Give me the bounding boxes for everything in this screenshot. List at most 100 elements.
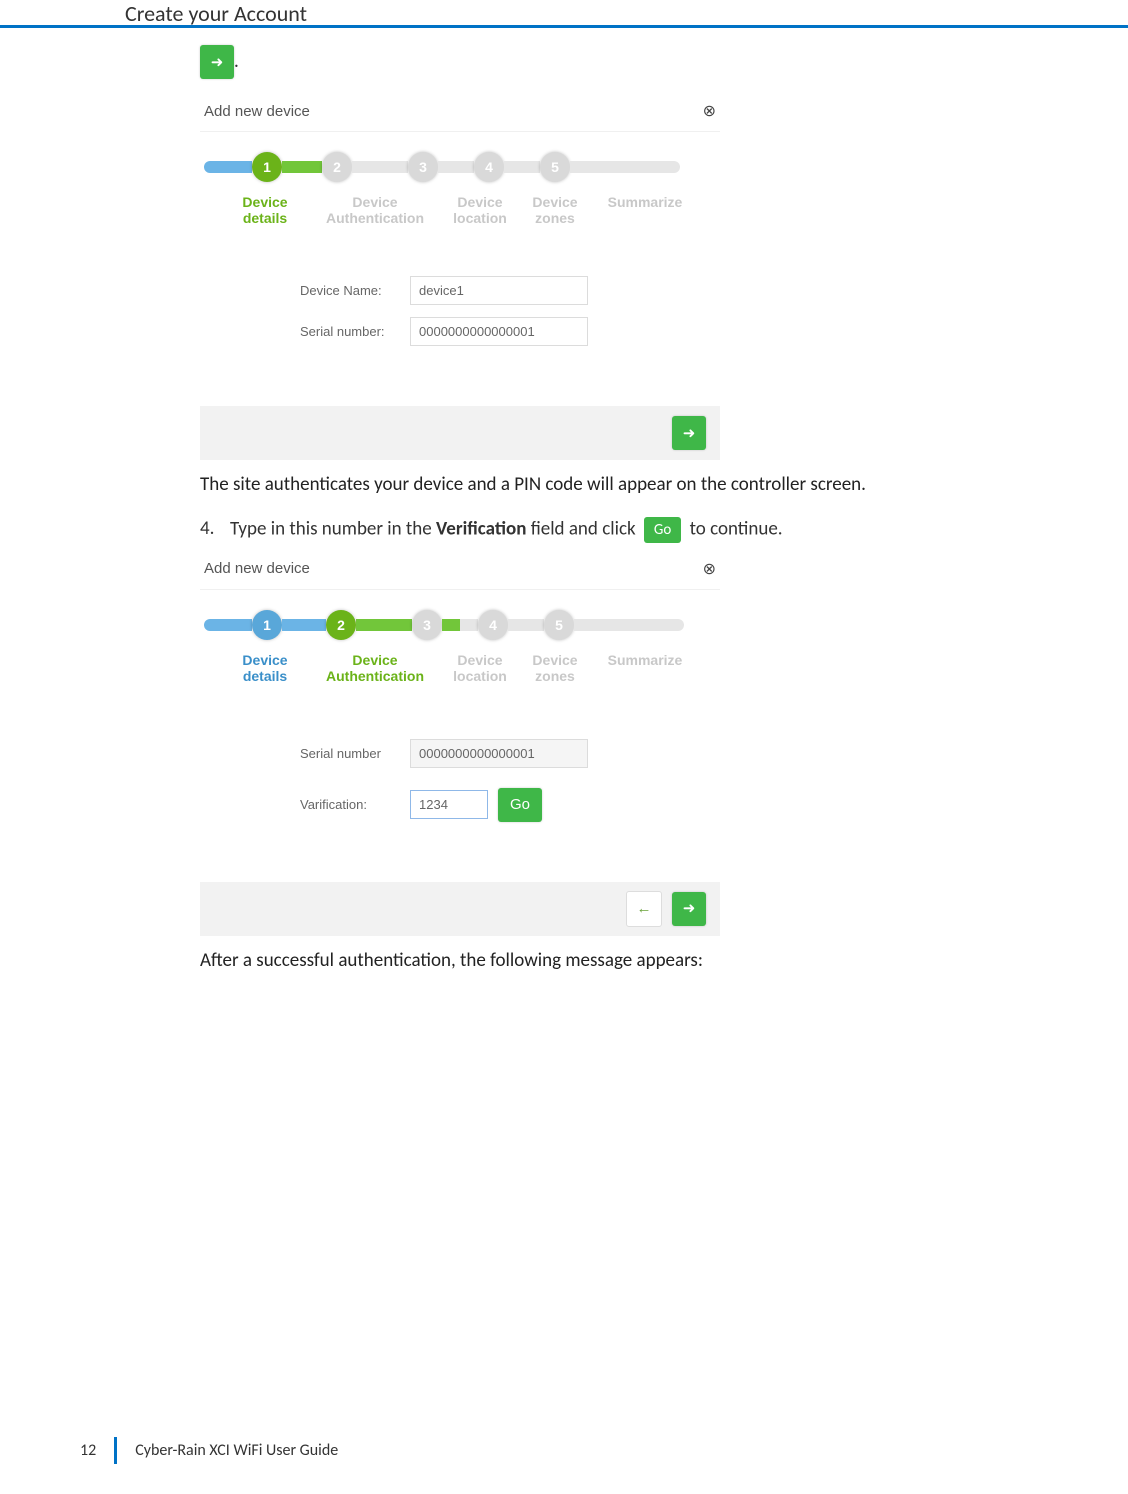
paragraph-success-note: After a successful authentication, the f… bbox=[200, 948, 1030, 975]
step-label-3: Device location bbox=[440, 194, 520, 226]
bar bbox=[204, 619, 222, 631]
page-footer: 12 Cyber-Rain XCI WiFi User Guide bbox=[80, 1437, 338, 1464]
bar bbox=[574, 619, 644, 631]
step-circle-1: 1 bbox=[252, 152, 282, 182]
step-label-line: Authentication bbox=[326, 210, 424, 226]
step-label-line: Device bbox=[352, 194, 397, 210]
header-rule bbox=[0, 25, 1128, 28]
serial-number-label: Serial number bbox=[300, 746, 410, 761]
step-label-line: location bbox=[453, 210, 507, 226]
close-icon[interactable]: ⊗ bbox=[703, 559, 716, 579]
bar bbox=[442, 619, 460, 631]
bar bbox=[508, 619, 544, 631]
document-page: Create your Account . Add new device ⊗ 1… bbox=[0, 0, 1128, 1494]
wizard-progress: 1 2 3 4 5 bbox=[204, 610, 716, 640]
step-label-line: Authentication bbox=[326, 668, 424, 684]
step-circle-2: 2 bbox=[322, 152, 352, 182]
step-label-5: Summarize bbox=[590, 194, 700, 226]
step-label-line: Device bbox=[532, 194, 577, 210]
page-number: 12 bbox=[80, 1437, 117, 1464]
step-label-5: Summarize bbox=[590, 652, 700, 684]
step-label-line: Summarize bbox=[608, 194, 683, 210]
device-name-label: Device Name: bbox=[300, 283, 410, 298]
arrow-right-icon bbox=[683, 424, 696, 443]
bar bbox=[640, 161, 680, 173]
step-label-2: Device Authentication bbox=[310, 194, 440, 226]
dialog-footer bbox=[200, 406, 720, 460]
text: field and click bbox=[531, 517, 640, 540]
step-circle-5: 5 bbox=[540, 152, 570, 182]
dialog-title: Add new device bbox=[204, 103, 310, 120]
serial-number-label: Serial number: bbox=[300, 324, 410, 339]
device-name-input[interactable] bbox=[410, 276, 588, 305]
step-label-line: location bbox=[453, 668, 507, 684]
arrow-right-icon bbox=[211, 53, 224, 72]
footer-title: Cyber-Rain XCI WiFi User Guide bbox=[117, 1441, 338, 1460]
bar bbox=[644, 619, 684, 631]
dialog-footer bbox=[200, 882, 720, 936]
step-label-line: Device bbox=[532, 652, 577, 668]
list-text: Type in this number in the Verification … bbox=[230, 517, 1030, 543]
step-label-line: Device bbox=[242, 194, 287, 210]
back-button[interactable] bbox=[626, 891, 662, 927]
paragraph-auth-note: The site authenticates your device and a… bbox=[200, 472, 990, 499]
step-circle-3: 3 bbox=[408, 152, 438, 182]
text: to continue. bbox=[690, 517, 783, 540]
bar bbox=[222, 161, 252, 173]
bar bbox=[438, 161, 474, 173]
page-content: . Add new device ⊗ 1 2 3 4 5 bbox=[200, 45, 1030, 974]
step-label-4: Device zones bbox=[520, 652, 590, 684]
verification-input[interactable] bbox=[410, 790, 488, 819]
step-label-line: Device bbox=[352, 652, 397, 668]
add-device-dialog-step2: Add new device ⊗ 1 2 3 4 5 bbox=[200, 551, 720, 936]
step-label-1: Device details bbox=[220, 194, 310, 226]
step-circle-2: 2 bbox=[326, 610, 356, 640]
form-area: Device Name: Serial number: bbox=[300, 276, 720, 346]
list-number: 4. bbox=[200, 517, 230, 540]
bar bbox=[504, 161, 540, 173]
verification-label: Varification: bbox=[300, 797, 410, 812]
step-label-line: details bbox=[243, 668, 287, 684]
bar bbox=[570, 161, 640, 173]
dialog-title: Add new device bbox=[204, 560, 310, 577]
dialog-header: Add new device ⊗ bbox=[200, 551, 720, 590]
text: Type in this number in the bbox=[230, 517, 436, 540]
add-device-dialog-step1: Add new device ⊗ 1 2 3 4 5 Devi bbox=[200, 93, 720, 460]
bar bbox=[460, 619, 478, 631]
form-area: Serial number 0000000000000001 Varificat… bbox=[300, 739, 720, 822]
arrow-right-icon bbox=[683, 899, 696, 918]
go-button[interactable]: Go bbox=[498, 788, 542, 822]
step-label-line: Device bbox=[457, 194, 502, 210]
next-button[interactable] bbox=[672, 892, 706, 926]
bar bbox=[282, 619, 326, 631]
wizard-labels: Device details Device Authentication Dev… bbox=[200, 652, 720, 684]
serial-number-input[interactable] bbox=[410, 317, 588, 346]
step-circle-4: 4 bbox=[474, 152, 504, 182]
step-label-line: details bbox=[243, 210, 287, 226]
step-circle-4: 4 bbox=[478, 610, 508, 640]
wizard-progress: 1 2 3 4 5 bbox=[204, 152, 716, 182]
bar bbox=[356, 619, 412, 631]
step-circle-1: 1 bbox=[252, 610, 282, 640]
step-label-3: Device location bbox=[440, 652, 520, 684]
step-label-line: Device bbox=[242, 652, 287, 668]
list-item-4: 4. Type in this number in the Verificati… bbox=[200, 517, 1030, 543]
step-circle-3: 3 bbox=[412, 610, 442, 640]
go-button-inline[interactable]: Go bbox=[644, 517, 681, 543]
step-label-line: Device bbox=[457, 652, 502, 668]
close-icon[interactable]: ⊗ bbox=[703, 101, 716, 121]
step-label-4: Device zones bbox=[520, 194, 590, 226]
bar bbox=[282, 161, 322, 173]
next-button[interactable] bbox=[672, 416, 706, 450]
step-label-line: zones bbox=[535, 668, 575, 684]
arrow-left-icon bbox=[637, 900, 652, 918]
period: . bbox=[234, 50, 239, 73]
next-button-icon[interactable] bbox=[200, 45, 234, 79]
step-label-2: Device Authentication bbox=[310, 652, 440, 684]
serial-number-readonly: 0000000000000001 bbox=[410, 739, 588, 768]
bar bbox=[204, 161, 222, 173]
step-label-1: Device details bbox=[220, 652, 310, 684]
page-title: Create your Account bbox=[125, 0, 307, 27]
step-label-line: Summarize bbox=[608, 652, 683, 668]
text-bold: Verification bbox=[436, 517, 526, 540]
